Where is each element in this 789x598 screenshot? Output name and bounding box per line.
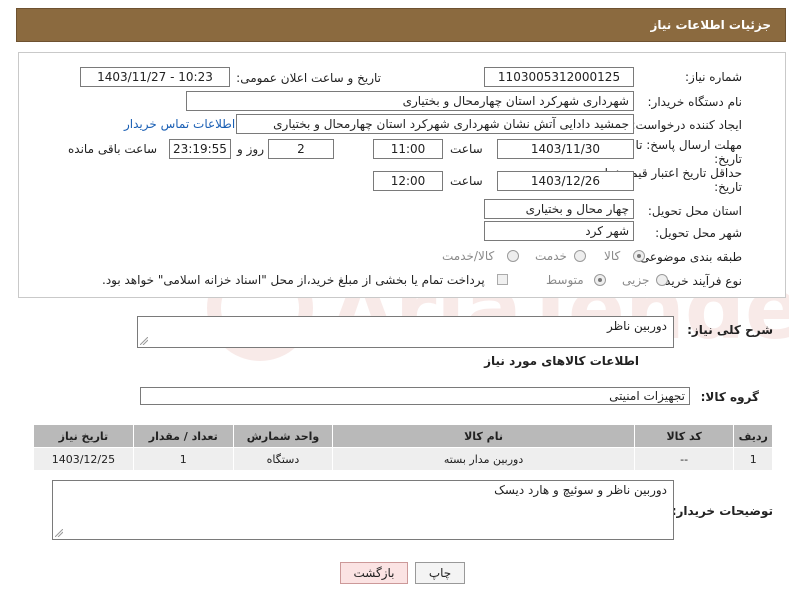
process-minor-radio[interactable] <box>656 274 668 286</box>
buyer-notes-textarea[interactable]: دوربین ناظر و سوئیچ و هارد دیسک <box>52 480 674 540</box>
announce-date-label: تاریخ و ساعت اعلان عمومی: <box>236 71 381 85</box>
resize-grip-icon[interactable] <box>55 529 63 537</box>
unit-cell: دستگاه <box>232 447 334 471</box>
remaining-time-field[interactable]: 23:19:55 <box>169 139 231 159</box>
goods-name-cell: دوربین مدار بسته <box>332 447 635 471</box>
category-service-label: خدمت <box>535 249 567 263</box>
need-summary-text: دوربین ناظر <box>606 319 667 333</box>
col-row-number: ردیف <box>733 424 773 448</box>
buyer-notes-text: دوربین ناظر و سوئیچ و هارد دیسک <box>494 483 667 497</box>
print-button[interactable]: چاپ <box>415 562 465 584</box>
col-quantity: تعداد / مقدار <box>132 424 234 448</box>
deadline-time-label: ساعت <box>450 142 483 156</box>
requester-label: ایجاد کننده درخواست: <box>631 118 742 132</box>
process-medium-radio[interactable] <box>594 274 606 286</box>
col-unit: واحد شمارش <box>232 424 334 448</box>
requester-field[interactable]: جمشید دادایی آتش نشان شهرداری شهرکرد است… <box>236 114 634 134</box>
goods-group-field[interactable]: تجهیزات امنیتی <box>140 387 690 405</box>
days-remaining-field[interactable]: 2 <box>268 139 334 159</box>
category-service-radio[interactable] <box>574 250 586 262</box>
deadline-date-field[interactable]: 1403/11/30 <box>497 139 634 159</box>
announce-date-field[interactable]: 1403/11/27 - 10:23 <box>80 67 230 87</box>
treasury-payment-checkbox[interactable] <box>497 274 508 285</box>
page-title: جزئیات اطلاعات نیاز <box>650 18 771 32</box>
days-label: روز و <box>237 142 264 156</box>
category-goods-radio[interactable] <box>633 250 645 262</box>
city-field[interactable]: شهر کرد <box>484 221 634 241</box>
need-date-cell: 1403/12/25 <box>33 447 134 471</box>
city-label: شهر محل تحویل: <box>655 226 742 240</box>
remaining-time-label: ساعت باقی مانده <box>68 142 158 156</box>
category-label: طبقه بندی موضوعی: <box>635 250 742 264</box>
goods-code-cell: -- <box>633 447 735 471</box>
goods-group-label: گروه کالا: <box>700 390 759 404</box>
deadline-time-field[interactable]: 11:00 <box>373 139 443 159</box>
need-summary-textarea[interactable]: دوربین ناظر <box>137 316 674 348</box>
table-header-row: ردیف کد کالا نام کالا واحد شمارش تعداد /… <box>33 424 773 448</box>
col-goods-name: نام کالا <box>332 424 635 448</box>
buyer-notes-label: توضیحات خریدار: <box>671 504 773 518</box>
process-type-label: نوع فرآیند خرید : <box>657 274 742 288</box>
category-goods-service-label: کالا/خدمت <box>442 249 495 263</box>
process-medium-label: متوسط <box>546 273 584 287</box>
goods-info-title: اطلاعات کالاهای مورد نیاز <box>484 354 639 368</box>
back-button[interactable]: بازگشت <box>340 562 408 584</box>
province-field[interactable]: چهار محال و بختیاری <box>484 199 634 219</box>
category-goods-label: کالا <box>604 249 621 263</box>
category-goods-service-radio[interactable] <box>507 250 519 262</box>
row-number-cell: 1 <box>733 447 773 471</box>
deadline-date-label: تاریخ: <box>714 152 742 166</box>
province-label: استان محل تحویل: <box>647 204 742 218</box>
price-validity-date-label: تاریخ: <box>714 180 742 194</box>
buyer-org-label: نام دستگاه خریدار: <box>647 95 743 109</box>
buyer-contact-link[interactable]: اطلاعات تماس خریدار <box>124 117 235 131</box>
table-row[interactable]: 1 -- دوربین مدار بسته دستگاه 1 1403/12/2… <box>33 447 773 471</box>
col-goods-code: کد کالا <box>633 424 735 448</box>
price-validity-time-field[interactable]: 12:00 <box>373 171 443 191</box>
quantity-cell: 1 <box>132 447 234 471</box>
need-summary-label: شرح کلی نیاز: <box>687 323 773 337</box>
price-validity-time-label: ساعت <box>450 174 483 188</box>
need-number-field[interactable]: 1103005312000125 <box>484 67 634 87</box>
buyer-org-field[interactable]: شهرداری شهرکرد استان چهارمحال و بختیاری <box>186 91 634 111</box>
col-need-date: تاریخ نیاز <box>33 424 134 448</box>
page-header: جزئیات اطلاعات نیاز <box>16 8 786 42</box>
resize-grip-icon[interactable] <box>140 337 148 345</box>
process-minor-label: جزیی <box>622 273 650 287</box>
price-validity-date-field[interactable]: 1403/12/26 <box>497 171 634 191</box>
deadline-label: مهلت ارسال پاسخ: تا <box>635 138 742 152</box>
need-number-label: شماره نیاز: <box>685 70 742 84</box>
goods-table: ردیف کد کالا نام کالا واحد شمارش تعداد /… <box>33 424 773 471</box>
treasury-payment-note: پرداخت تمام یا بخشی از مبلغ خرید،از محل … <box>102 273 485 287</box>
